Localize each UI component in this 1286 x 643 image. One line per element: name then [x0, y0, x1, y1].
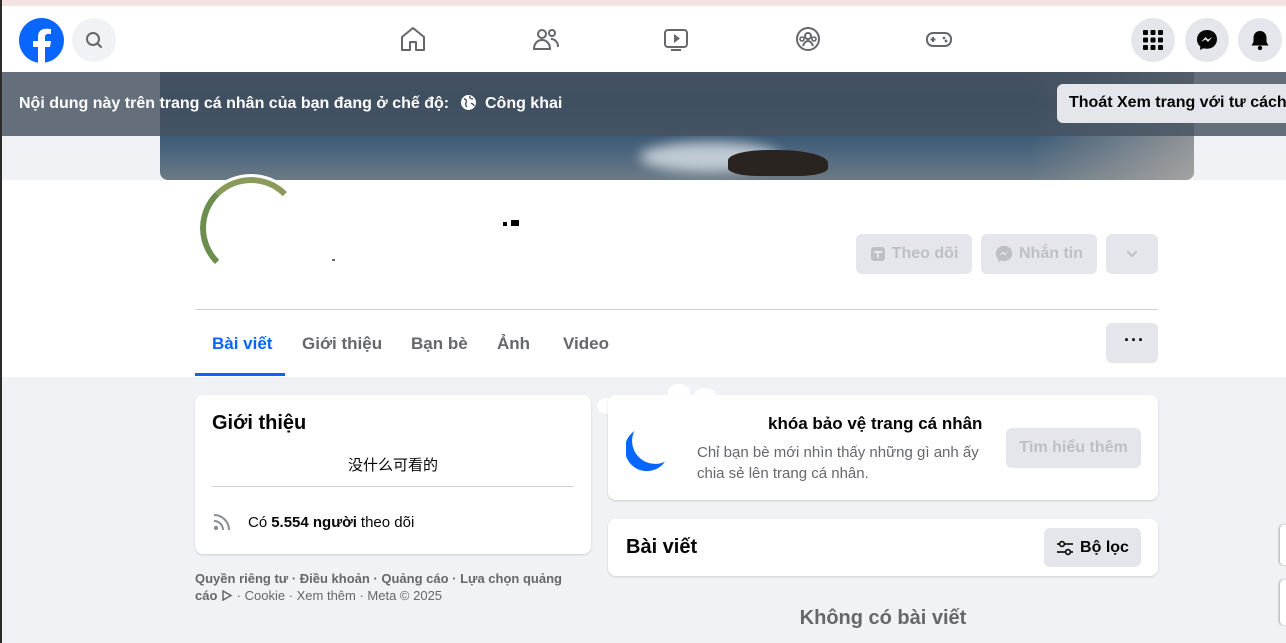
ad-choices-icon: [222, 589, 233, 602]
notifications-button[interactable]: [1238, 18, 1282, 62]
footer-links[interactable]: Quyền riêng tư · Điều khoản · Quảng cáo …: [195, 570, 591, 604]
more-options-button[interactable]: ···: [1106, 323, 1158, 363]
gaming-icon[interactable]: [924, 24, 954, 54]
active-tab-indicator: [195, 373, 285, 376]
facebook-logo-icon[interactable]: [19, 18, 64, 63]
messenger-small-icon: [995, 245, 1013, 263]
window-edge: [0, 0, 2, 643]
lock-shield-icon: [626, 429, 667, 472]
message-button[interactable]: Nhắn tin: [981, 234, 1097, 274]
globe-icon: [460, 95, 476, 110]
intro-divider: [212, 486, 573, 487]
top-navigation-bar: [0, 0, 1286, 72]
locked-profile-title: khóa bảo vệ trang cá nhân: [768, 414, 983, 433]
groups-icon[interactable]: [793, 24, 823, 54]
exit-view-as-button[interactable]: Thoát Xem trang với tư cách: [1057, 84, 1286, 123]
menu-grid-icon: [1143, 30, 1163, 50]
learn-more-button[interactable]: Tìm hiểu thêm: [1006, 428, 1141, 468]
messenger-icon: [1197, 30, 1217, 50]
redacted-name-mark: [511, 220, 519, 226]
locked-profile-description: Chỉ bạn bè mới nhìn thấy những gì anh ấy…: [697, 444, 979, 482]
followers-suffix: theo dõi: [360, 513, 415, 531]
header-divider: [195, 309, 1158, 310]
bell-icon: [1251, 31, 1269, 51]
tab-about[interactable]: Giới thiệu: [302, 334, 382, 354]
followers-row: Có 5.554 người theo dõi: [212, 512, 414, 532]
watch-icon[interactable]: [661, 24, 691, 54]
intro-empty-text: 没什么可看的: [347, 457, 438, 474]
messenger-button[interactable]: [1185, 18, 1229, 62]
profile-dropdown-button[interactable]: [1106, 234, 1158, 274]
cover-rock: [728, 150, 828, 176]
follow-label: Theo dõi: [891, 245, 959, 262]
banner-message: Nội dung này trên trang cá nhân của bạn …: [19, 95, 450, 112]
avatar-ring: [200, 177, 302, 279]
view-as-banner-text: Nội dung này trên trang cá nhân của bạn …: [19, 94, 562, 113]
footer-line-1[interactable]: Quyền riêng tư · Điều khoản · Quảng cáo …: [195, 570, 591, 587]
intro-title: Giới thiệu: [212, 412, 307, 434]
intro-card: Giới thiệu 没什么可看的 Có 5.554 người theo dõ…: [195, 395, 591, 554]
posts-title: Bài viết: [626, 536, 698, 558]
menu-button[interactable]: [1131, 18, 1175, 62]
posts-card: Bài viết Bộ lọc: [608, 519, 1158, 576]
footer-ad-choices[interactable]: cáo: [195, 588, 217, 603]
friends-icon[interactable]: [531, 24, 561, 54]
followers-count[interactable]: 5.554 người: [271, 514, 357, 531]
filter-label: Bộ lọc: [1080, 538, 1129, 556]
profile-header: [0, 180, 1286, 377]
rss-icon: [213, 514, 230, 531]
chevron-down-icon: [1127, 251, 1137, 258]
footer-rest[interactable]: · Cookie · Xem thêm · Meta © 2025: [237, 588, 442, 603]
filter-icon: [1057, 540, 1074, 555]
tab-videos[interactable]: Video: [563, 334, 609, 354]
home-icon[interactable]: [398, 24, 428, 54]
redacted-mark: [332, 259, 335, 261]
search-button[interactable]: [72, 18, 116, 62]
more-options-icon: ···: [1124, 330, 1145, 350]
side-floating-button[interactable]: [1280, 580, 1286, 625]
follow-button[interactable]: Theo dõi: [856, 234, 972, 274]
footer-line-2: cáo · Cookie · Xem thêm · Meta © 2025: [195, 587, 591, 604]
message-label: Nhắn tin: [1019, 245, 1083, 262]
filter-button[interactable]: Bộ lọc: [1044, 528, 1141, 567]
tab-friends[interactable]: Bạn bè: [411, 334, 468, 354]
banner-audience: Công khai: [484, 95, 563, 112]
locked-profile-card: khóa bảo vệ trang cá nhân Chỉ bạn bè mới…: [608, 395, 1158, 500]
side-floating-button[interactable]: [1280, 525, 1286, 565]
followers-prefix: Có: [248, 513, 268, 531]
tab-posts[interactable]: Bài viết: [212, 334, 272, 354]
search-icon: [86, 32, 102, 48]
no-posts-text: Không có bài viết: [799, 607, 967, 629]
profile-avatar[interactable]: [197, 174, 305, 282]
tab-photos[interactable]: Ảnh: [497, 334, 530, 354]
follow-icon: [870, 247, 885, 261]
redacted-name-mark: [503, 222, 507, 226]
